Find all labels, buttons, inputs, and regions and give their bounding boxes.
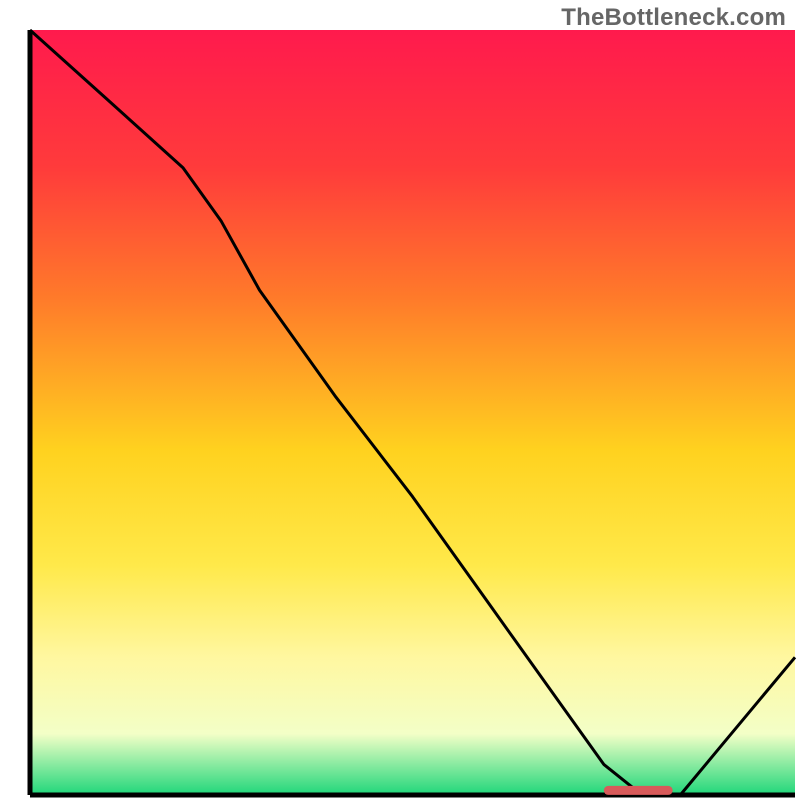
watermark-label: TheBottleneck.com (561, 4, 786, 32)
bottleneck-curve-chart (0, 0, 800, 800)
optimal-range-marker (604, 786, 673, 795)
plot-background (30, 30, 795, 795)
chart-container: TheBottleneck.com (0, 0, 800, 800)
